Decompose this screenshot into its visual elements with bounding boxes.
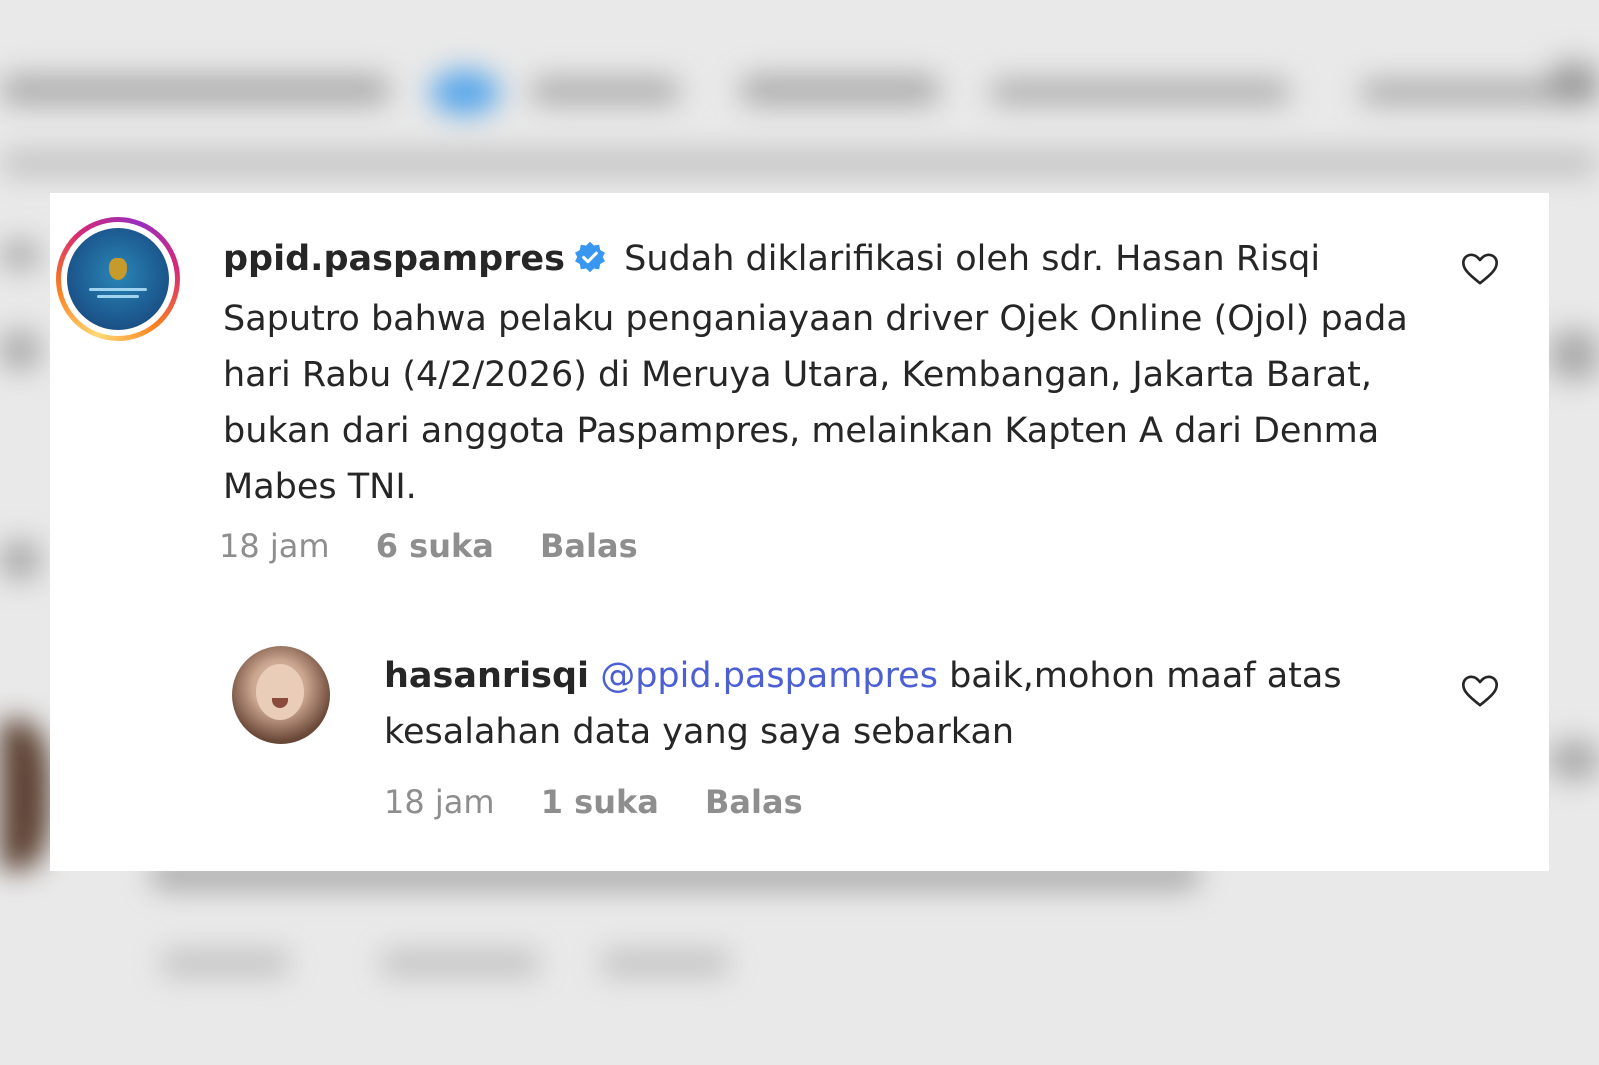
heart-icon[interactable]	[1460, 671, 1500, 711]
comment-thread-card: ppid.paspampres Sudah diklarifikasi oleh…	[50, 193, 1549, 871]
reply-timestamp[interactable]: 18 jam	[384, 783, 495, 821]
reply-username[interactable]: hasanrisqi	[384, 656, 589, 696]
reply-reply-button[interactable]: Balas	[705, 783, 803, 821]
reply-meta: 18 jam 1 suka Balas	[384, 783, 839, 821]
heart-icon[interactable]	[1460, 249, 1500, 289]
reply-button[interactable]: Balas	[540, 527, 638, 565]
comment-body: ppid.paspampres Sudah diklarifikasi oleh…	[223, 231, 1423, 515]
comment-username[interactable]: ppid.paspampres	[223, 239, 565, 279]
comment-meta: 18 jam 6 suka Balas	[219, 527, 674, 565]
avatar-story-ring[interactable]	[56, 217, 180, 341]
avatar	[67, 228, 169, 330]
comment-text: Sudah diklarifikasi oleh sdr. Hasan Risq…	[223, 239, 1408, 507]
comment-like-count[interactable]: 6 suka	[376, 527, 494, 565]
reply-body: hasanrisqi @ppid.paspampres baik,mohon m…	[384, 648, 1404, 760]
reply-like-count[interactable]: 1 suka	[541, 783, 659, 821]
reply-mention-link[interactable]: @ppid.paspampres	[600, 656, 938, 696]
verified-badge-icon	[573, 235, 607, 291]
emblem-icon	[109, 258, 127, 280]
comment-timestamp[interactable]: 18 jam	[219, 527, 330, 565]
reply-avatar[interactable]	[232, 646, 330, 744]
